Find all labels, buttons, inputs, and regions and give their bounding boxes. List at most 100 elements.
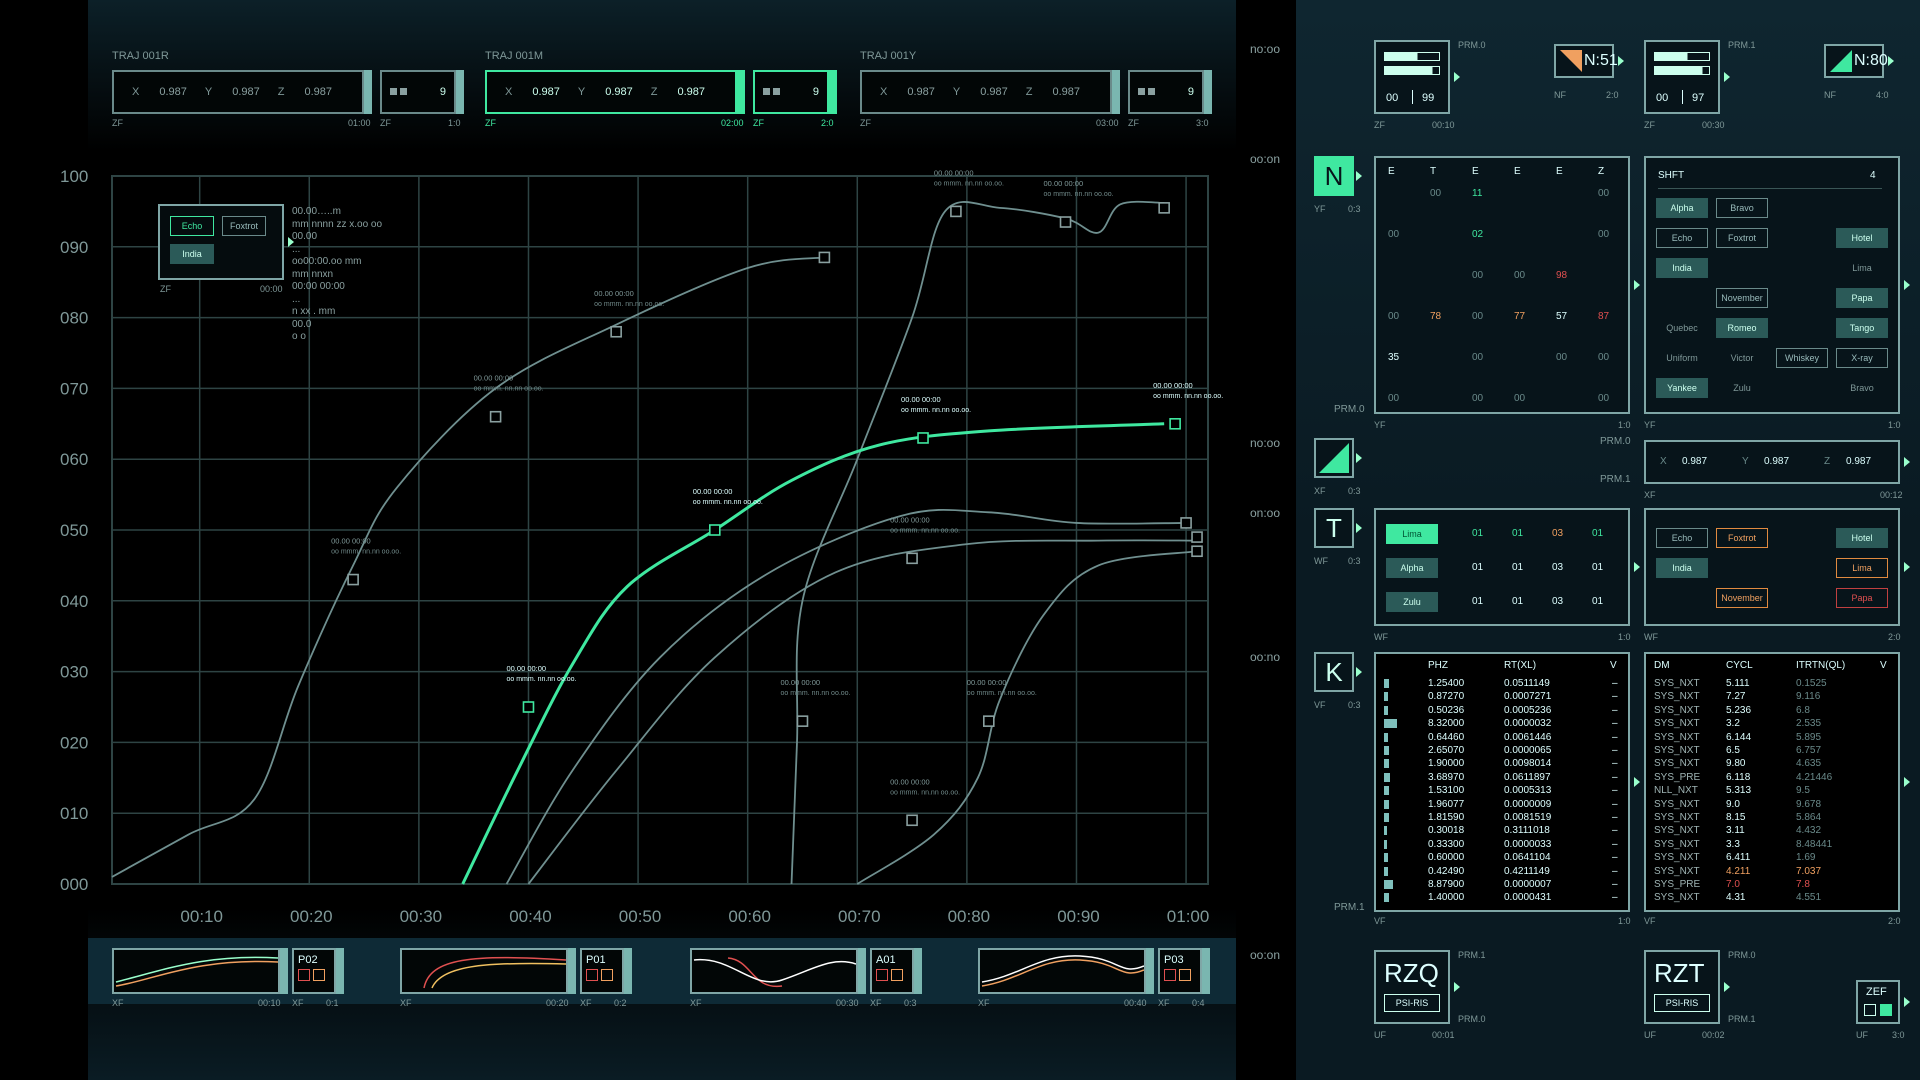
alert-option-button[interactable]: Foxtrot [1716,528,1768,548]
shift-option-button[interactable]: India [1656,258,1708,278]
strip-preview[interactable] [112,948,280,994]
strip-code-tab[interactable] [624,948,632,994]
data-marker[interactable] [489,410,502,423]
data-marker[interactable] [610,325,622,338]
shift-option-button[interactable]: Bravo [1836,378,1888,398]
data-marker[interactable] [1191,545,1203,558]
n_icon-icon[interactable]: N [1314,156,1362,196]
channel-button[interactable]: Zulu [1386,592,1438,612]
dm-cycl: 6.118 [1726,771,1751,783]
data-marker[interactable] [1169,417,1181,430]
alert-options[interactable]: Echo Foxtrot Hotel India Lima November Papa [1644,508,1910,626]
shift-option-button[interactable]: Foxtrot [1716,228,1768,248]
dm-table[interactable]: DM CYCL ITRTN(QL) V SYS_NXT 5.111 0.1525 SYS_NX… [1644,652,1910,912]
k_icon-icon[interactable]: K [1314,652,1362,692]
data-marker[interactable] [950,205,962,218]
shift-option-button[interactable]: Victor [1716,348,1768,368]
strip-code-box[interactable]: P03 [1158,948,1202,994]
alert-option-button[interactable]: Echo [1656,528,1708,548]
dm-header: DM [1654,660,1670,671]
shift-option-button[interactable]: Bravo [1716,198,1768,218]
shift-option-button[interactable]: Zulu [1716,378,1768,398]
shift-option-button[interactable]: X-ray [1836,348,1888,368]
channel-button[interactable]: Lima [1386,524,1438,544]
shift-option-button[interactable]: Uniform [1656,348,1708,368]
shift-option-button[interactable]: Echo [1656,228,1708,248]
shift-option-button[interactable]: Romeo [1716,318,1768,338]
marker-label: 00.00 00:00 [474,374,514,383]
strip-code-tab[interactable] [336,948,344,994]
strip-code-box[interactable]: A01 [870,948,914,994]
y-tick-label: 010 [60,804,88,823]
data-marker[interactable] [347,573,359,586]
value-grid[interactable]: E T E E E Z 00 11 00 00 02 00 00 00 98 00 78 00 77 57 87 35 00… [1374,156,1640,414]
alert-option-button[interactable]: Papa [1836,588,1888,608]
strip-tab[interactable] [568,948,576,994]
rzq-box[interactable]: RZQ PSI-RIS [1374,950,1460,1024]
data-marker[interactable] [796,715,809,727]
alert-option-button[interactable]: India [1656,558,1708,578]
strip-curve [981,959,1145,987]
tri_icon-icon[interactable] [1314,438,1362,478]
n-ratio: 4:0 [1876,90,1889,100]
legend-india-button[interactable]: India [170,244,214,264]
alert-option-button[interactable]: November [1716,588,1768,608]
strip-tab[interactable] [1146,948,1154,994]
strip-preview[interactable] [400,948,568,994]
phz-bar [1384,866,1388,876]
data-marker[interactable] [1059,216,1072,228]
zef-box[interactable]: ZEF [1856,980,1910,1024]
strip-code-box[interactable]: P02 [292,948,336,994]
strip-tab[interactable] [858,948,866,994]
shift-option-button[interactable]: Lima [1836,258,1888,278]
alert-option-button[interactable]: Hotel [1836,528,1888,548]
data-marker[interactable] [708,524,721,536]
data-marker[interactable] [818,251,831,264]
xyz-readout[interactable]: X 0.987 Y 0.987 Z 0.987 [1644,440,1910,484]
strip-preview[interactable] [978,948,1146,994]
shift-option-button[interactable]: Quebec [1656,318,1708,338]
channel-button[interactable]: Alpha [1386,558,1438,578]
shift-option-button[interactable]: Hotel [1836,228,1888,248]
dm-foot: VF [1644,916,1656,926]
legend-echo-button[interactable]: Echo [170,216,214,236]
marker-sublabel: oo mmm. nn.nn oo.oo. [890,789,960,796]
strip-tab[interactable] [280,948,288,994]
strip-code-tab[interactable] [914,948,922,994]
rzt-box[interactable]: RZT PSI-RIS [1644,950,1730,1024]
channel-rows[interactable]: Lima 01 01 03 01 Alpha 01 01 03 01 Zulu 01 01 03 01 [1374,508,1640,626]
data-marker[interactable] [1158,202,1170,214]
data-marker[interactable] [917,432,929,444]
data-marker[interactable] [522,701,535,713]
strip-preview[interactable] [690,948,858,994]
shift-option-button[interactable]: Yankee [1656,378,1708,398]
shift-option-button[interactable]: Alpha [1656,198,1708,218]
data-marker[interactable] [906,552,918,565]
data-marker[interactable] [1191,531,1203,543]
n-indicator[interactable]: N:80 [1824,44,1894,78]
data-marker[interactable] [1180,517,1192,529]
shift-option-button[interactable]: Whiskey [1776,348,1828,368]
chart-legend[interactable]: Echo Foxtrot India [158,204,294,280]
data-marker[interactable] [906,814,918,827]
shift-option-button[interactable]: November [1716,288,1768,308]
shift-panel[interactable]: SHFT 4 Alpha Bravo Echo Foxtrot Hotel India Lima… [1644,156,1910,414]
strip-code-box[interactable]: P01 [580,948,624,994]
legend-foxtrot-button[interactable]: Foxtrot [222,216,266,236]
shift-option-button[interactable]: Tango [1836,318,1888,338]
slider-box[interactable]: 00 99 [1374,40,1460,114]
code-foot: UF [1374,1030,1386,1040]
data-marker[interactable] [982,715,995,727]
dm-name: SYS_NXT [1654,678,1700,689]
alert-option-button[interactable]: Lima [1836,558,1888,578]
grid-cell: 00 [1514,270,1526,281]
t_icon-icon[interactable]: T [1314,508,1362,548]
shift-option-button[interactable]: Papa [1836,288,1888,308]
strip-ratio: 0:1 [326,998,339,1008]
n-indicator[interactable]: N:51 [1554,44,1624,78]
rt-value: 0.0098014 [1504,758,1552,770]
marker-sublabel: oo mmm. nn.nn oo.oo. [506,676,576,683]
phz-table[interactable]: PHZ RT(XL) V 1.25400 0.0511149 – 0.87270 0.0007… [1374,652,1640,912]
slider-box[interactable]: 00 97 [1644,40,1730,114]
strip-code-tab[interactable] [1202,948,1210,994]
